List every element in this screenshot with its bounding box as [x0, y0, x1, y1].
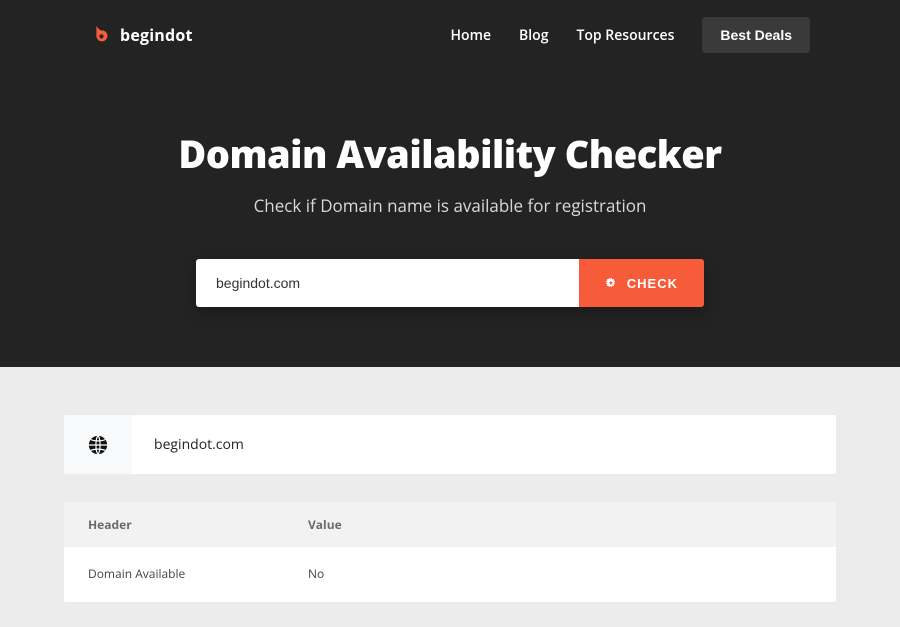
table-cell-value: No: [308, 565, 812, 582]
page-title: Domain Availability Checker: [0, 128, 900, 180]
best-deals-button[interactable]: Best Deals: [702, 17, 810, 53]
domain-input[interactable]: [196, 259, 579, 307]
globe-icon: [87, 434, 109, 456]
result-table: Header Value Domain Available No: [64, 502, 836, 602]
nav-right: Home Blog Top Resources Best Deals: [451, 17, 810, 53]
page-subtitle: Check if Domain name is available for re…: [0, 194, 900, 217]
brand-name: begindot: [120, 24, 193, 46]
table-header-col1: Header: [88, 516, 308, 533]
result-domain-row: begindot.com: [64, 415, 836, 474]
nav-link-blog[interactable]: Blog: [519, 26, 548, 45]
table-header-col2: Value: [308, 516, 812, 533]
nav-link-top-resources[interactable]: Top Resources: [576, 26, 674, 45]
result-domain-name: begindot.com: [132, 415, 836, 474]
results-section: begindot.com Header Value Domain Availab…: [0, 367, 900, 627]
table-cell-header: Domain Available: [88, 565, 308, 582]
top-nav: begindot Home Blog Top Resources Best De…: [0, 0, 900, 56]
check-button-label: CHECK: [627, 276, 678, 291]
domain-icon-cell: [64, 415, 132, 474]
brand-logo-icon: [90, 24, 112, 46]
hero-section: begindot Home Blog Top Resources Best De…: [0, 0, 900, 367]
domain-search-form: CHECK: [196, 259, 704, 307]
hero-inner: Domain Availability Checker Check if Dom…: [0, 56, 900, 367]
brand[interactable]: begindot: [90, 24, 193, 46]
nav-link-home[interactable]: Home: [451, 26, 492, 45]
gear-icon: [605, 277, 617, 289]
table-row: Domain Available No: [64, 547, 836, 602]
table-header-row: Header Value: [64, 502, 836, 547]
check-button[interactable]: CHECK: [579, 259, 704, 307]
